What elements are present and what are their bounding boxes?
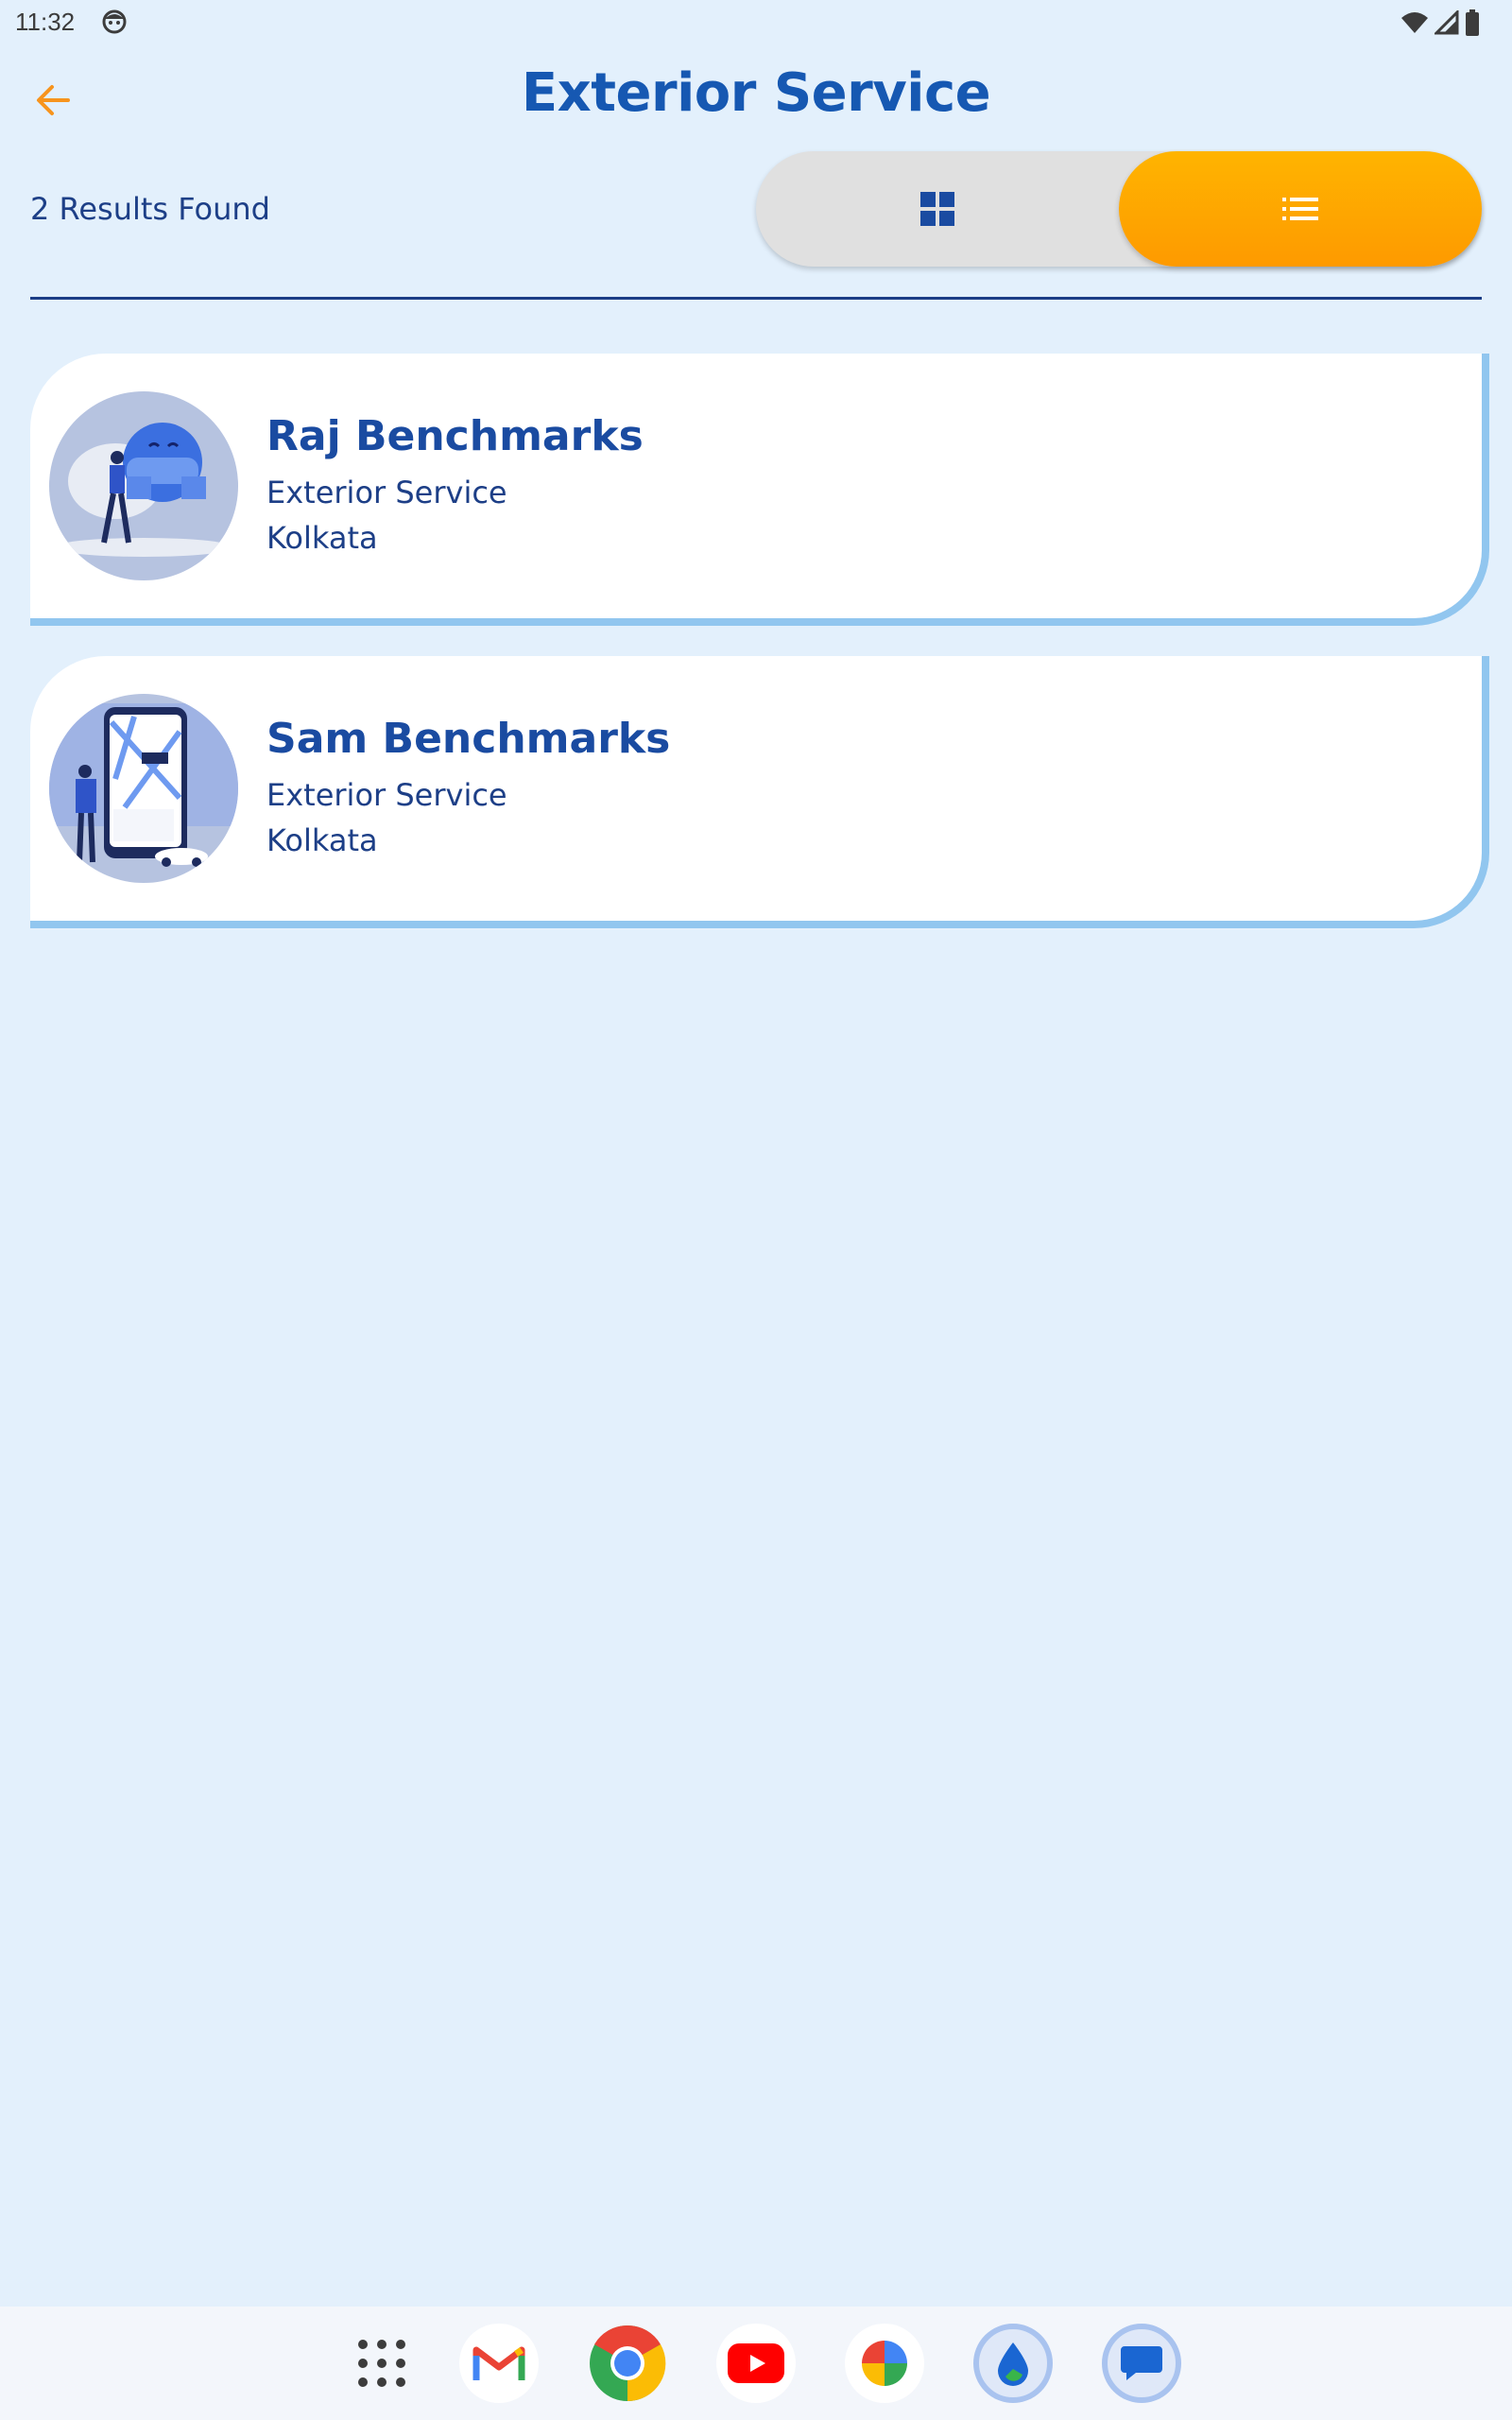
status-icons <box>1400 9 1480 36</box>
listing-avatar <box>49 391 238 580</box>
chrome-icon[interactable] <box>588 2324 667 2403</box>
messages-icon[interactable] <box>1102 2324 1181 2403</box>
listing-name: Sam Benchmarks <box>266 715 671 763</box>
header-divider <box>30 297 1482 300</box>
person-mask-illustration-icon <box>49 391 238 580</box>
gmail-icon[interactable] <box>459 2324 539 2403</box>
listing-service: Exterior Service <box>266 777 507 813</box>
photos-icon[interactable] <box>845 2324 924 2403</box>
listing-card[interactable]: Raj Benchmarks Exterior Service Kolkata <box>30 354 1489 626</box>
listing-avatar <box>49 694 238 883</box>
status-bar: 11:32 <box>0 0 1512 47</box>
app-screen: 11:32 Exterior Service 2 Results Found R… <box>0 0 1512 2420</box>
wifi-icon <box>1401 12 1428 33</box>
grid-icon <box>920 192 954 226</box>
battery-icon <box>1466 9 1479 36</box>
status-time: 11:32 <box>15 8 76 36</box>
page-title: Exterior Service <box>521 62 991 124</box>
results-count: 2 Results Found <box>30 191 270 227</box>
view-toggle <box>756 151 1482 267</box>
listing-city: Kolkata <box>266 520 378 556</box>
listing-service: Exterior Service <box>266 475 507 510</box>
list-icon <box>1282 198 1318 220</box>
list-view-button[interactable] <box>1119 151 1482 267</box>
listing-name: Raj Benchmarks <box>266 412 644 460</box>
notification-face-icon <box>102 9 127 34</box>
grid-view-button[interactable] <box>756 151 1119 267</box>
phone-map-illustration-icon <box>49 694 238 883</box>
cell-signal-icon <box>1435 10 1459 35</box>
listing-city: Kolkata <box>266 822 378 858</box>
water-drop-app-icon[interactable] <box>973 2324 1053 2403</box>
youtube-icon[interactable] <box>716 2324 796 2403</box>
listing-card[interactable]: Sam Benchmarks Exterior Service Kolkata <box>30 656 1489 928</box>
app-drawer-icon[interactable] <box>342 2324 421 2403</box>
